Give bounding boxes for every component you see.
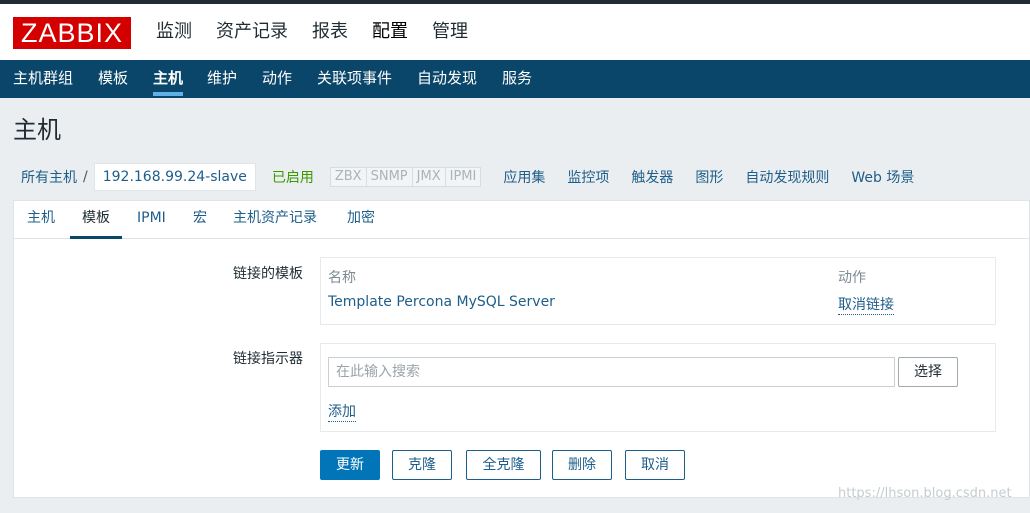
header: ZABBIX 监测 资产记录 报表 配置 管理 [0, 4, 1030, 60]
zabbix-logo[interactable]: ZABBIX [13, 17, 131, 49]
tab-ipmi[interactable]: IPMI [137, 201, 166, 238]
page-title: 主机 [13, 116, 61, 144]
breadcrumb-current-host[interactable]: 192.168.99.24-slave [93, 163, 256, 191]
tab-host[interactable]: 主机 [27, 201, 55, 238]
host-link-web-scenarios[interactable]: Web 场景 [851, 167, 914, 187]
sub-nav-hosts[interactable]: 主机 [153, 60, 184, 98]
host-link-discovery-rules[interactable]: 自动发现规则 [745, 167, 829, 187]
link-indicator-box: 在此输入搜索 选择 添加 [320, 343, 996, 432]
template-search-input[interactable]: 在此输入搜索 [328, 357, 895, 387]
host-link-applications[interactable]: 应用集 [503, 167, 545, 187]
breadcrumb: 所有主机 / 192.168.99.24-slave 已启用 ZBX SNMP … [13, 160, 914, 194]
add-template-link[interactable]: 添加 [328, 401, 356, 422]
breadcrumb-separator: / [83, 169, 88, 185]
cancel-button[interactable]: 取消 [625, 450, 685, 480]
sub-nav-event-correlation[interactable]: 关联项事件 [317, 60, 392, 98]
tab-inventory[interactable]: 主机资产记录 [233, 201, 317, 238]
host-status-enabled[interactable]: 已启用 [272, 167, 314, 187]
unlink-button[interactable]: 取消链接 [838, 294, 894, 315]
top-nav-inventory[interactable]: 资产记录 [216, 20, 288, 44]
host-form-panel: 主机 模板 IPMI 宏 主机资产记录 加密 链接的模板 名称 动作 Templ… [13, 200, 1030, 498]
select-button[interactable]: 选择 [898, 357, 958, 387]
top-nav-monitoring[interactable]: 监测 [156, 20, 192, 44]
full-clone-button[interactable]: 全克隆 [466, 450, 541, 480]
link-indicator-label: 链接指示器 [233, 351, 303, 367]
host-link-items[interactable]: 监控项 [567, 167, 609, 187]
sub-nav-services[interactable]: 服务 [502, 60, 532, 98]
watermark: https://lhson.blog.csdn.net [838, 486, 1012, 501]
badge-zbx: ZBX [331, 168, 367, 186]
linked-templates-label: 链接的模板 [233, 266, 303, 282]
linked-templates-table: 名称 动作 Template Percona MySQL Server 取消链接 [320, 257, 996, 325]
clone-button[interactable]: 克隆 [392, 450, 452, 480]
badge-jmx: JMX [413, 168, 446, 186]
badge-ipmi: IPMI [449, 169, 477, 184]
sub-nav-host-groups[interactable]: 主机群组 [13, 60, 73, 98]
top-nav-configuration[interactable]: 配置 [372, 20, 408, 44]
col-name-header: 名称 [328, 270, 356, 286]
availability-badges: ZBX SNMP JMX IPMI [329, 167, 482, 187]
sub-nav: 主机群组 模板 主机 维护 动作 关联项事件 自动发现 服务 [0, 60, 1030, 98]
host-link-graphs[interactable]: 图形 [695, 167, 723, 187]
tab-encryption[interactable]: 加密 [347, 201, 375, 238]
delete-button[interactable]: 删除 [552, 450, 612, 480]
top-nav-reports[interactable]: 报表 [312, 20, 348, 44]
sub-nav-maintenance[interactable]: 维护 [207, 60, 237, 98]
form-tabs: 主机 模板 IPMI 宏 主机资产记录 加密 [14, 201, 1029, 239]
template-link[interactable]: Template Percona MySQL Server [328, 294, 555, 310]
update-button[interactable]: 更新 [320, 450, 380, 480]
breadcrumb-all-hosts[interactable]: 所有主机 [21, 167, 77, 187]
host-link-triggers[interactable]: 触发器 [631, 167, 673, 187]
top-nav-administration[interactable]: 管理 [432, 20, 468, 44]
badge-snmp: SNMP [367, 168, 413, 186]
top-nav: 监测 资产记录 报表 配置 管理 [156, 20, 492, 44]
col-action-header: 动作 [838, 270, 866, 286]
sub-nav-discovery[interactable]: 自动发现 [417, 60, 477, 98]
tab-macros[interactable]: 宏 [193, 201, 207, 238]
tab-templates[interactable]: 模板 [70, 201, 122, 239]
sub-nav-actions[interactable]: 动作 [262, 60, 292, 98]
sub-nav-templates[interactable]: 模板 [98, 60, 128, 98]
